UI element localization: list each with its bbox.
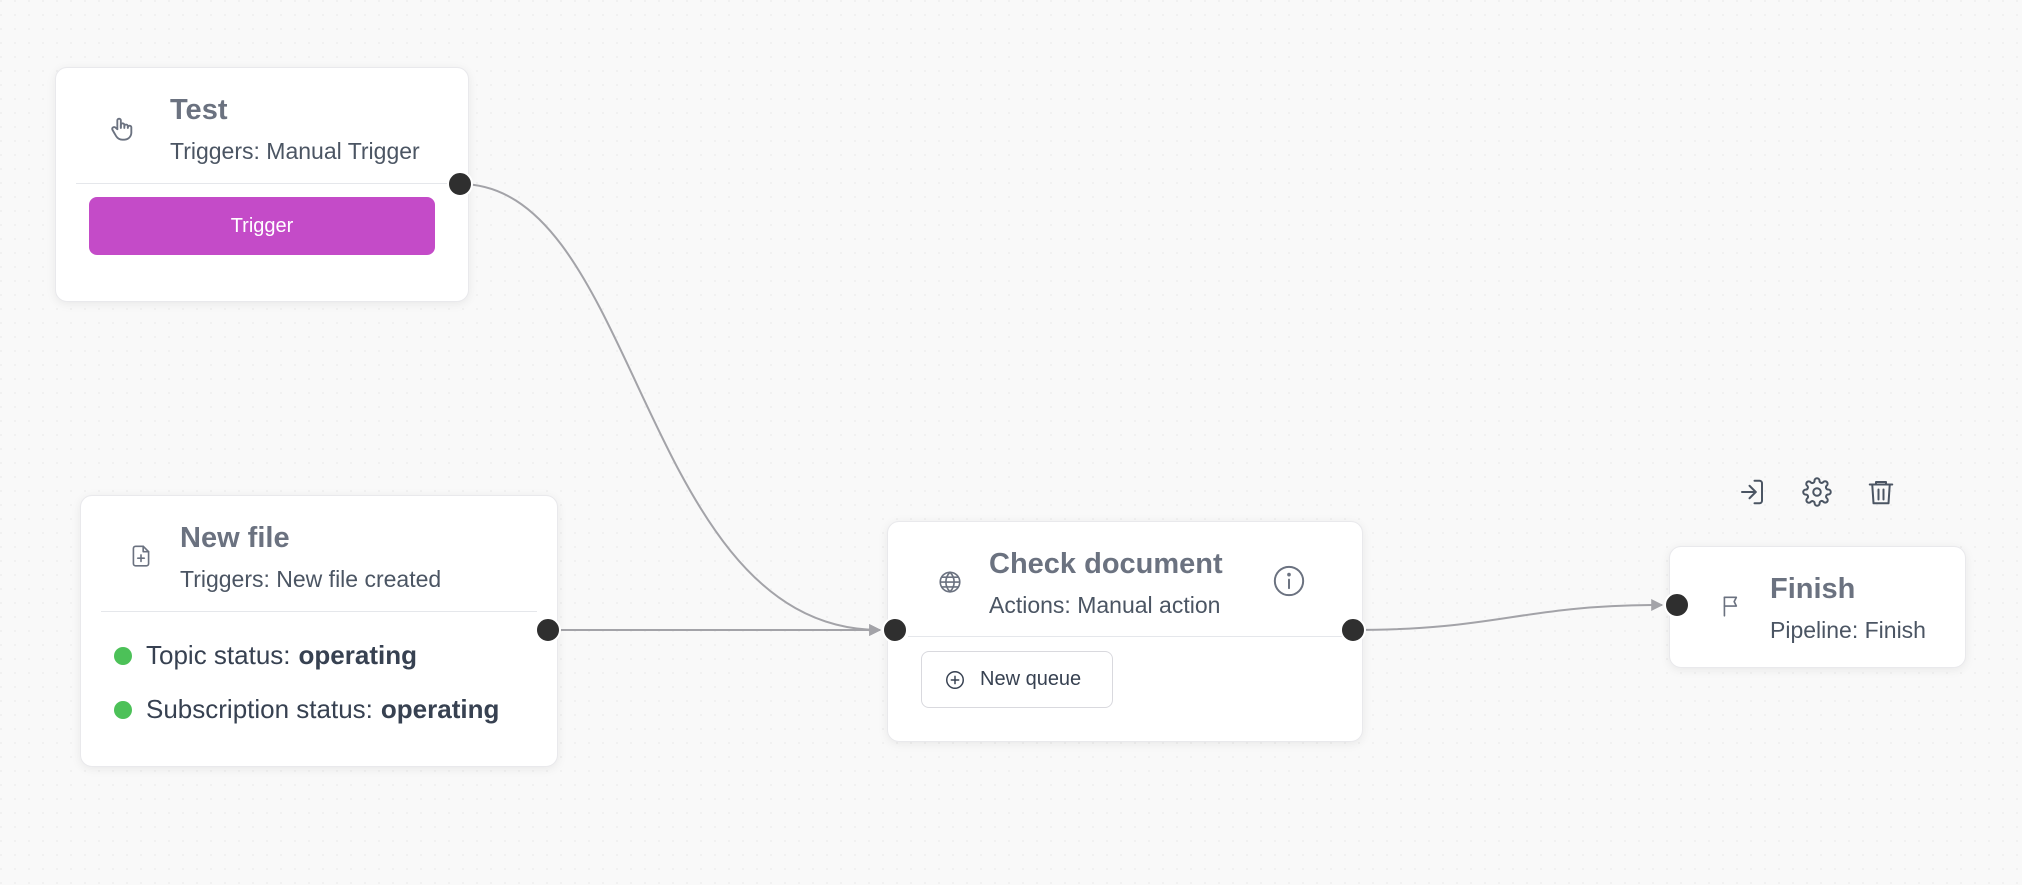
file-plus-icon bbox=[125, 540, 157, 572]
status-value: operating bbox=[298, 640, 417, 670]
node-finish-input-handle[interactable] bbox=[1664, 592, 1690, 618]
node-new-file-output-handle[interactable] bbox=[535, 617, 561, 643]
node-subtitle: Pipeline: Finish bbox=[1770, 617, 1926, 643]
node-check-document[interactable]: Check document Actions: Manual action Ne… bbox=[887, 521, 1363, 742]
node-title: Test bbox=[170, 94, 228, 126]
node-test[interactable]: Test Triggers: Manual Trigger Trigger bbox=[55, 67, 469, 302]
node-check-document-input-handle[interactable] bbox=[882, 617, 908, 643]
node-subtitle: Triggers: New file created bbox=[180, 566, 442, 592]
node-divider bbox=[76, 183, 448, 184]
log-in-icon[interactable] bbox=[1735, 475, 1769, 509]
status-label: Topic status: bbox=[146, 640, 291, 670]
topic-status: Topic status: operating bbox=[114, 640, 417, 671]
status-indicator bbox=[114, 700, 132, 719]
edge-check-document-to-finish[interactable] bbox=[1353, 599, 1664, 631]
globe-icon bbox=[934, 566, 966, 598]
node-title: New file bbox=[180, 522, 290, 554]
status-label: Subscription status: bbox=[146, 694, 373, 724]
flag-icon bbox=[1716, 590, 1748, 622]
gear-icon[interactable] bbox=[1800, 475, 1834, 509]
hand-icon bbox=[106, 112, 138, 144]
node-divider bbox=[101, 611, 537, 612]
trash-icon[interactable] bbox=[1864, 475, 1898, 509]
node-new-file[interactable]: New file Triggers: New file created Topi… bbox=[80, 495, 558, 767]
node-title: Finish bbox=[1770, 573, 1856, 605]
node-divider bbox=[908, 636, 1342, 637]
new-queue-button[interactable]: New queue bbox=[921, 651, 1113, 708]
node-subtitle: Actions: Manual action bbox=[989, 592, 1221, 618]
status-value: operating bbox=[380, 694, 500, 724]
subscription-status: Subscription status: operating bbox=[114, 694, 499, 725]
new-queue-label: New queue bbox=[980, 668, 1082, 690]
trigger-button[interactable]: Trigger bbox=[89, 197, 435, 255]
node-title: Check document bbox=[989, 548, 1223, 580]
node-check-document-output-handle[interactable] bbox=[1340, 617, 1366, 643]
node-finish[interactable]: Finish Pipeline: Finish bbox=[1669, 546, 1966, 668]
node-test-output-handle[interactable] bbox=[447, 171, 473, 197]
info-icon[interactable] bbox=[1271, 563, 1307, 599]
status-indicator bbox=[114, 646, 132, 665]
pipeline-canvas[interactable]: Test Triggers: Manual Trigger Trigger Ne… bbox=[0, 0, 2022, 885]
node-subtitle: Triggers: Manual Trigger bbox=[170, 138, 420, 164]
plus-circle-icon bbox=[944, 669, 966, 691]
